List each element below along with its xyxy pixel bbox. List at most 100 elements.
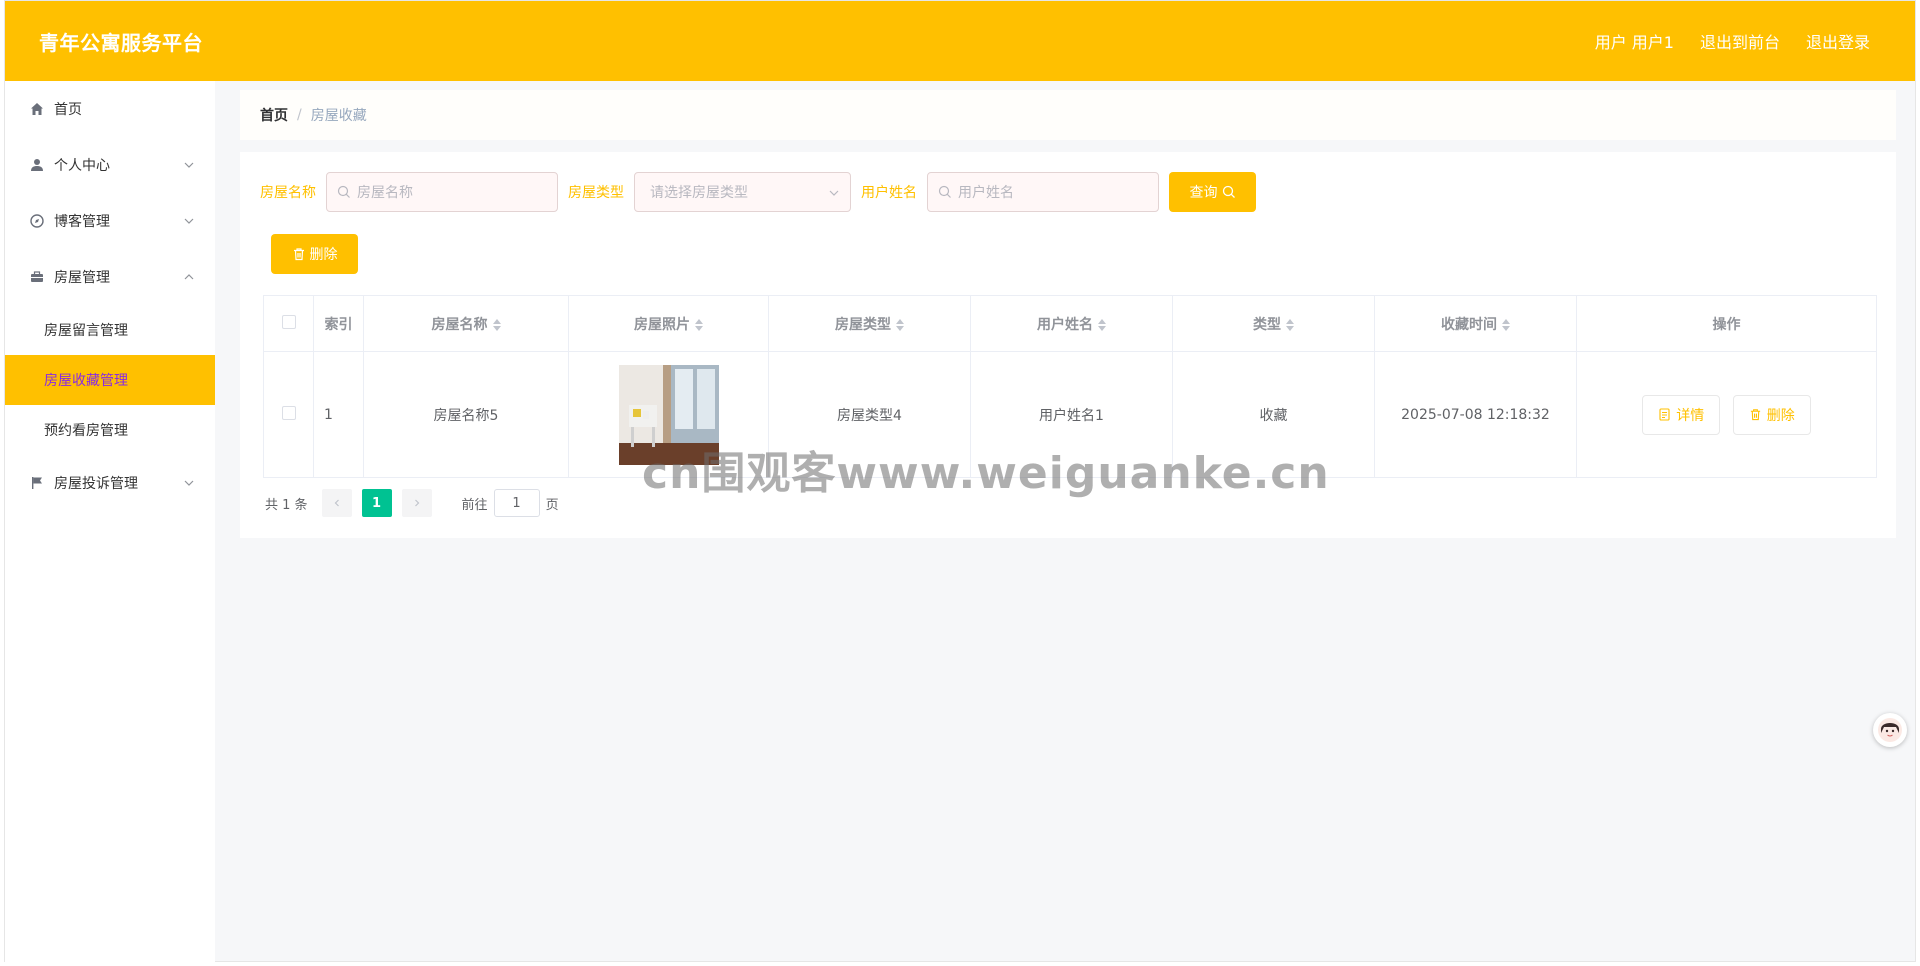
filter-bar: 房屋名称 房屋名称 房屋类型 请选择房屋类型 用户姓名 用户姓名 查询 [260,172,1256,212]
col-user-name[interactable]: 用户姓名 [970,295,1173,352]
query-button[interactable]: 查询 [1169,172,1256,212]
row-select-cell [263,351,314,478]
col-house-type-label: 房屋类型 [835,316,891,333]
row-delete-button[interactable]: 删除 [1732,394,1811,435]
floating-avatar[interactable] [1873,713,1907,747]
to-front-link[interactable]: 退出到前台 [1700,29,1780,53]
col-house-name-label: 房屋名称 [431,316,488,333]
detail-button[interactable]: 详情 [1642,394,1721,435]
page-jumper: 前往 1 页 [462,489,559,517]
prev-page-button[interactable] [321,489,352,517]
goto-page-input[interactable]: 1 [493,489,540,517]
brand-title: 青年公寓服务平台 [39,30,203,55]
house-type-select[interactable]: 请选择房屋类型 [634,172,851,212]
sidebar-subitem-label: 房屋留言管理 [44,323,128,339]
sort-icon[interactable] [1098,318,1106,332]
sidebar-item-label: 房屋投诉管理 [54,476,138,492]
col-type[interactable]: 类型 [1172,295,1375,352]
select-all-checkbox[interactable] [281,314,296,329]
breadcrumb-current: 房屋收藏 [310,108,367,124]
chevron-down-icon [184,480,194,486]
col-actions-label: 操作 [1712,316,1741,333]
user-name-input[interactable]: 用户姓名 [927,172,1159,212]
document-icon [1659,408,1670,421]
row-user-name: 用户姓名1 [970,351,1173,478]
col-house-photo[interactable]: 房屋照片 [568,295,769,352]
header-links: 用户 用户1 退出到前台 退出登录 [1595,29,1870,53]
row-actions: 详情 删除 [1576,351,1877,478]
col-house-photo-label: 房屋照片 [634,316,690,333]
sidebar-item-house[interactable]: 房屋管理 [5,249,215,305]
col-house-type[interactable]: 房屋类型 [768,295,971,352]
page-suffix: 页 [545,497,559,513]
breadcrumb-home[interactable]: 首页 [260,105,288,125]
sort-icon[interactable] [1502,318,1510,332]
flag-icon [28,474,46,492]
home-icon [28,100,46,118]
trash-icon [1750,409,1760,421]
house-name-input[interactable]: 房屋名称 [326,172,558,212]
batch-delete-label: 删除 [309,247,338,263]
goto-label: 前往 [461,497,488,513]
pagination-total: 共 1 条 [265,497,308,513]
briefcase-icon [28,268,46,286]
sort-icon[interactable] [695,318,703,332]
chevron-left-icon [334,499,339,507]
house-type-placeholder: 请选择房屋类型 [650,185,748,201]
sidebar-item-label: 博客管理 [54,214,110,230]
table-header-row: 索引 房屋名称 房屋照片 房屋类型 用户姓名 类型 收藏时间 操作 [263,295,1877,352]
select-all-cell [263,295,314,352]
sidebar-subitem-viewing-appointment[interactable]: 预约看房管理 [5,405,215,455]
sidebar-item-label: 个人中心 [54,158,110,174]
row-delete-label: 删除 [1766,407,1795,424]
user-icon [28,156,46,174]
app-frame: 青年公寓服务平台 用户 用户1 退出到前台 退出登录 首页 个人中心 博客管理 [4,0,1916,963]
logout-link[interactable]: 退出登录 [1806,29,1870,53]
sidebar-subitem-house-message[interactable]: 房屋留言管理 [5,305,215,355]
chevron-down-icon [184,218,194,224]
col-actions: 操作 [1576,295,1877,352]
sidebar-item-label: 首页 [54,102,82,118]
search-icon [938,185,951,198]
sort-icon[interactable] [1286,318,1294,332]
sort-icon[interactable] [492,318,501,332]
chevron-up-icon [184,274,194,280]
row-checkbox[interactable] [281,405,296,420]
sidebar-item-blog[interactable]: 博客管理 [5,193,215,249]
batch-delete-button[interactable]: 删除 [271,234,358,274]
row-type: 收藏 [1172,351,1375,478]
detail-button-label: 详情 [1676,407,1705,424]
table-row: 1 房屋名称5 房屋类型4 用户姓名1 收藏 2025-07-08 12:18:… [263,351,1877,478]
sidebar-item-personal[interactable]: 个人中心 [5,137,215,193]
page-number-button[interactable]: 1 [361,489,392,517]
sidebar-subitem-house-favorite[interactable]: 房屋收藏管理 [5,355,215,405]
sidebar-item-complaint[interactable]: 房屋投诉管理 [5,455,215,511]
user-label: 用户 用户1 [1594,33,1674,52]
next-page-button[interactable] [401,489,432,517]
col-house-name[interactable]: 房屋名称 [363,295,569,352]
col-favorite-time[interactable]: 收藏时间 [1374,295,1577,352]
house-type-label: 房屋类型 [568,185,624,201]
top-header: 青年公寓服务平台 用户 用户1 退出到前台 退出登录 [5,1,1915,81]
sort-icon[interactable] [896,318,904,332]
chevron-right-icon [414,499,419,507]
col-index-label: 索引 [324,316,353,333]
search-icon [337,185,350,198]
trash-icon [293,248,304,261]
sidebar-subitem-label: 房屋收藏管理 [44,373,128,389]
col-user-name-label: 用户姓名 [1037,316,1093,333]
house-photo[interactable] [618,364,719,465]
breadcrumb-separator: / [297,107,302,123]
query-button-label: 查询 [1189,185,1218,201]
main-content: 房屋名称 房屋名称 房屋类型 请选择房屋类型 用户姓名 用户姓名 查询 删除 索… [240,152,1896,538]
compass-icon [28,212,46,230]
avatar-icon [1878,718,1902,742]
col-favorite-time-label: 收藏时间 [1441,316,1497,333]
house-name-label: 房屋名称 [260,185,316,201]
breadcrumb: 首页 / 房屋收藏 [240,90,1896,140]
sidebar-item-label: 房屋管理 [54,270,110,286]
pagination: 共 1 条 1 前往 1 页 [265,489,559,517]
sidebar-item-home[interactable]: 首页 [5,81,215,137]
chevron-down-icon [184,162,194,168]
row-index: 1 [313,351,364,478]
